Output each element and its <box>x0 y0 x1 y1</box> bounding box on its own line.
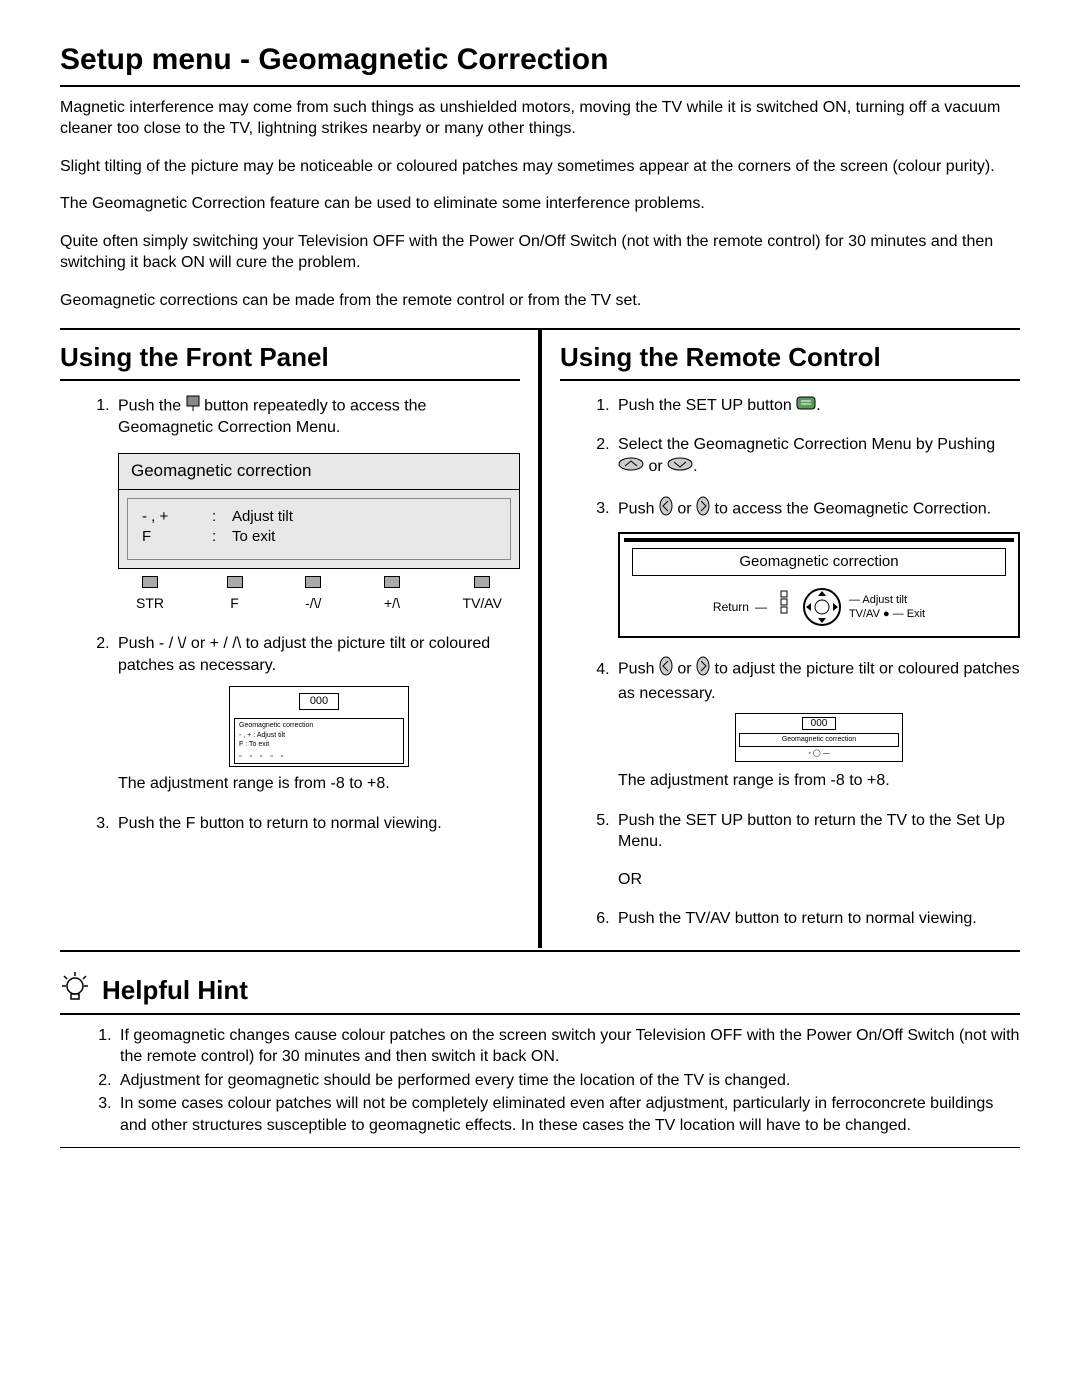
btn-f: F <box>230 595 239 611</box>
text: Push - / \/ or + / /\ to adjust the pict… <box>118 635 490 674</box>
mini-remote-diagram: 000 Geomagnetic correction ▫ ◯ — <box>735 713 903 762</box>
remote-control-column: Using the Remote Control Push the SET UP… <box>544 330 1020 948</box>
intro-p1: Magnetic interference may come from such… <box>60 97 1020 140</box>
text: to access the Geomagnetic Correction. <box>715 500 992 517</box>
remote-step-5: Push the SET UP button to return the TV … <box>614 810 1020 891</box>
front-panel-column: Using the Front Panel Push the button re… <box>60 330 536 948</box>
btn-tvav: TV/AV <box>463 595 502 611</box>
divider <box>60 1013 1020 1015</box>
divider <box>560 379 1020 381</box>
mini-screen-diagram: 000 Geomagnetic correction - , + : Adjus… <box>229 686 409 767</box>
hint-2: Adjustment for geomagnetic should be per… <box>116 1070 1020 1092</box>
mini-r1: - , + : Adjust tilt <box>239 731 399 740</box>
front-step-2: Push - / \/ or + / /\ to adjust the pict… <box>114 633 520 794</box>
f-button-icon <box>186 395 200 418</box>
value-readout: 000 <box>802 717 837 730</box>
left-button-icon <box>659 656 673 683</box>
btn-minus: -/\/ <box>305 595 321 611</box>
val: Adjust tilt <box>232 507 293 527</box>
text: Select the Geomagnetic Correction Menu b… <box>618 436 995 453</box>
left-button-icon <box>659 496 673 523</box>
remote-step-2: Select the Geomagnetic Correction Menu b… <box>614 434 1020 477</box>
tvav-label: TV/AV <box>849 608 880 620</box>
return-label: Return <box>713 599 749 615</box>
text: . <box>816 397 820 414</box>
front-step-3: Push the F button to return to normal vi… <box>114 813 520 835</box>
text: or <box>677 500 696 517</box>
down-button-icon <box>667 456 693 478</box>
text: Push <box>618 500 659 517</box>
front-button-strip: STR F -/\/ +/\ TV/AV <box>118 575 520 615</box>
dpad-icon <box>773 590 795 624</box>
front-step-1: Push the button repeatedly to access the… <box>114 395 520 615</box>
remote-heading: Using the Remote Control <box>560 340 1020 375</box>
text: . <box>693 458 697 475</box>
divider <box>60 85 1020 87</box>
remote-step-4: Push or to adjust the picture tilt or co… <box>614 656 1020 791</box>
front-panel-heading: Using the Front Panel <box>60 340 520 375</box>
right-button-icon <box>696 496 710 523</box>
btn-str: STR <box>136 595 164 611</box>
mini-title: Geomagnetic correction <box>739 733 899 746</box>
lightbulb-icon <box>60 970 90 1011</box>
remote-screen-diagram: Geomagnetic correction Return — — Adjust… <box>618 532 1020 638</box>
divider <box>60 950 1020 952</box>
screen-title: Geomagnetic correction <box>632 548 1006 576</box>
remote-step-6: Push the TV/AV button to return to norma… <box>614 908 1020 930</box>
adjust-label: Adjust tilt <box>862 594 907 606</box>
text: Push the SET UP button <box>618 397 796 414</box>
ring-icon <box>801 586 843 628</box>
hint-3: In some cases colour patches will not be… <box>116 1093 1020 1136</box>
divider <box>60 1147 1020 1148</box>
screen-title: Geomagnetic correction <box>119 454 519 490</box>
intro-p2: Slight tilting of the picture may be not… <box>60 156 1020 178</box>
mini-r2: F : To exit <box>239 740 399 749</box>
mini-title: Geomagnetic correction <box>239 721 399 730</box>
text: or <box>648 458 667 475</box>
right-button-icon <box>696 656 710 683</box>
remote-step-3: Push or to access the Geomagnetic Correc… <box>614 496 1020 639</box>
text: Push the SET UP button to return the TV … <box>618 812 1005 851</box>
btn-plus: +/\ <box>384 595 400 611</box>
text: Push the <box>118 397 186 414</box>
up-button-icon <box>618 456 644 478</box>
text: or <box>677 661 696 678</box>
range-note: The adjustment range is from -8 to +8. <box>118 773 520 795</box>
mini-buttons: ▫ ▫ ▫ ▫ ▫ <box>239 752 399 761</box>
intro-p5: Geomagnetic corrections can be made from… <box>60 290 1020 312</box>
key: F <box>142 527 212 547</box>
range-note: The adjustment range is from -8 to +8. <box>618 770 1020 792</box>
hint-heading: Helpful Hint <box>102 973 248 1008</box>
page-title: Setup menu - Geomagnetic Correction <box>60 40 1020 81</box>
column-divider <box>538 330 542 948</box>
tv-screen-diagram: Geomagnetic correction - , +:Adjust tilt… <box>118 453 520 569</box>
hint-1: If geomagnetic changes cause colour patc… <box>116 1025 1020 1068</box>
hint-list: If geomagnetic changes cause colour patc… <box>60 1025 1020 1137</box>
intro-p4: Quite often simply switching your Televi… <box>60 231 1020 274</box>
value-readout: 000 <box>299 693 339 710</box>
remote-step-1: Push the SET UP button . <box>614 395 1020 417</box>
divider <box>60 379 520 381</box>
hint-header: Helpful Hint <box>60 970 1020 1011</box>
exit-label: Exit <box>907 608 925 620</box>
intro-block: Magnetic interference may come from such… <box>60 97 1020 312</box>
intro-p3: The Geomagnetic Correction feature can b… <box>60 193 1020 215</box>
key: - , + <box>142 507 212 527</box>
setup-button-icon <box>796 395 816 417</box>
text: Push <box>618 661 659 678</box>
or-text: OR <box>618 869 1020 891</box>
val: To exit <box>232 527 275 547</box>
